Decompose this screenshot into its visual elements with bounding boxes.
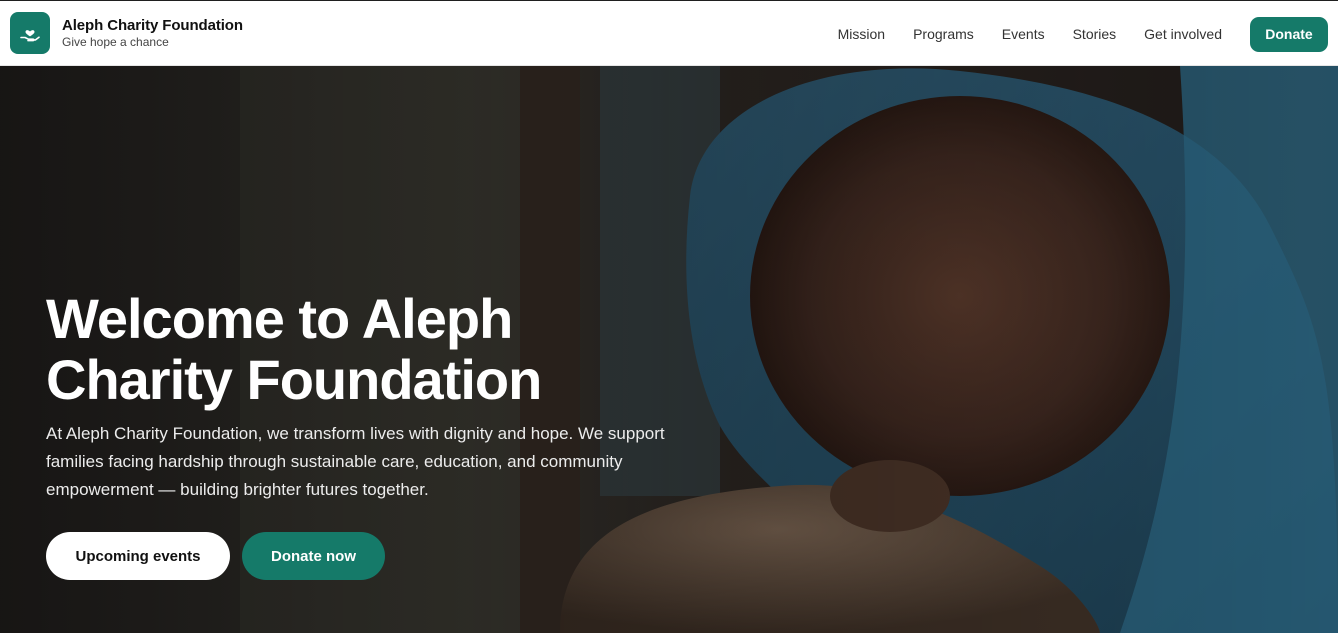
- nav-events[interactable]: Events: [1002, 16, 1045, 52]
- nav-programs[interactable]: Programs: [913, 16, 974, 52]
- hero-subtitle: At Aleph Charity Foundation, we transfor…: [46, 424, 665, 499]
- site-header: Aleph Charity Foundation Give hope a cha…: [0, 0, 1338, 66]
- brand-name: Aleph Charity Foundation: [62, 17, 243, 34]
- brand[interactable]: Aleph Charity Foundation Give hope a cha…: [10, 12, 243, 54]
- upcoming-events-button[interactable]: Upcoming events: [46, 532, 230, 580]
- main-nav: Mission Programs Events Stories Get invo…: [810, 16, 1328, 52]
- hero-section: Welcome to Aleph Charity Foundation At A…: [0, 66, 1338, 633]
- nav-get-involved[interactable]: Get involved: [1144, 16, 1222, 52]
- donate-now-button[interactable]: Donate now: [242, 532, 385, 580]
- nav-mission[interactable]: Mission: [838, 16, 885, 52]
- donate-button[interactable]: Donate: [1250, 16, 1328, 52]
- hero-content: Welcome to Aleph Charity Foundation At A…: [46, 288, 746, 580]
- nav-stories[interactable]: Stories: [1073, 16, 1117, 52]
- brand-tagline: Give hope a chance: [62, 35, 169, 49]
- hero-title: Welcome to Aleph Charity Foundation: [46, 287, 542, 411]
- hand-heart-icon: [10, 12, 50, 54]
- hero-actions: Upcoming events Donate now: [46, 532, 746, 580]
